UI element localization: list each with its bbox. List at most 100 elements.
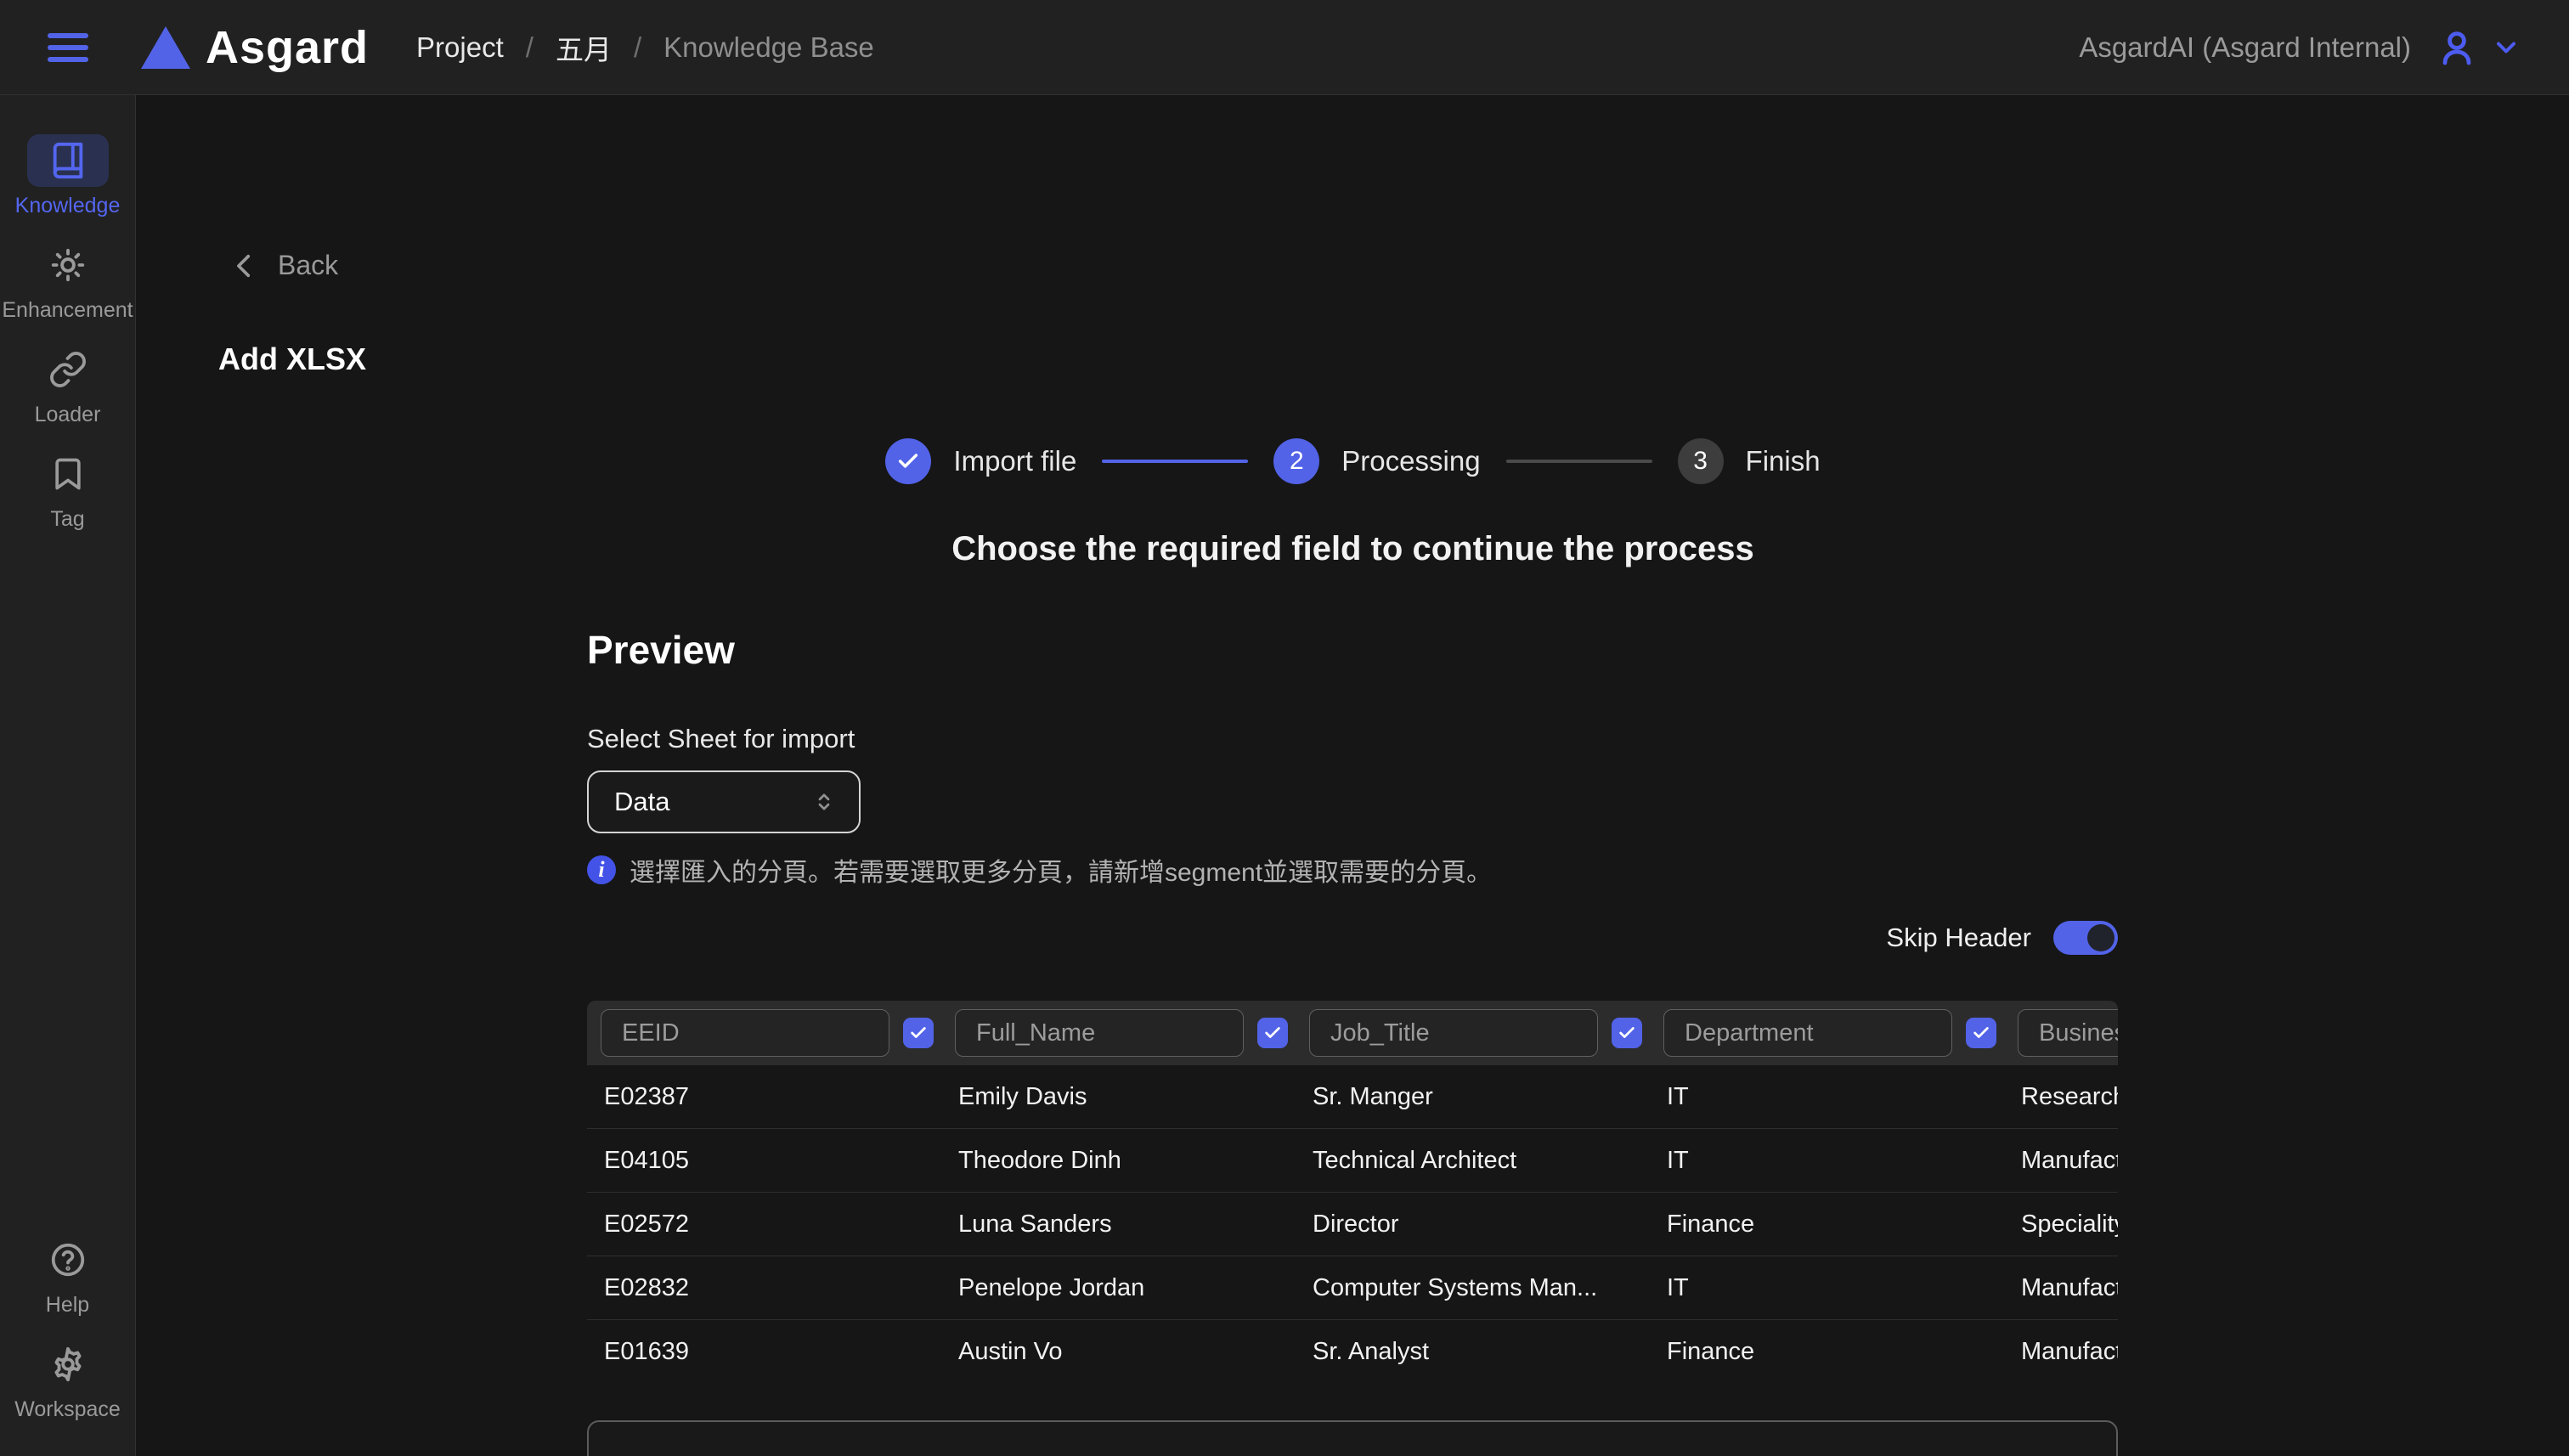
page-title: Add XLSX — [218, 341, 366, 377]
step-processing: 2 Processing — [1273, 438, 1480, 484]
table-row: E02572 Luna Sanders Director Finance Spe… — [587, 1193, 2118, 1256]
sheet-select-label: Select Sheet for import — [587, 724, 855, 754]
table-row: E01639 Austin Vo Sr. Analyst Finance Man… — [587, 1320, 2118, 1384]
sidebar-item-tag[interactable]: Tag — [27, 448, 109, 532]
check-icon — [909, 1024, 928, 1042]
preview-title: Preview — [587, 627, 735, 673]
cell-business: Manufacturing — [2018, 1338, 2118, 1366]
sheet-select-value: Data — [614, 787, 811, 817]
cell-business: Manufacturing — [2018, 1147, 2118, 1175]
cell-eeid: E04105 — [601, 1147, 955, 1175]
sheet-hint: i 選擇匯入的分頁。若需要選取更多分頁，請新增segment並選取需要的分頁。 — [587, 851, 1492, 889]
sheet-select[interactable]: Data — [587, 770, 861, 833]
column-name-field[interactable]: EEID — [601, 1009, 889, 1057]
user-icon[interactable] — [2436, 27, 2477, 68]
sidebar-item-enhancement[interactable]: Enhancement — [2, 239, 133, 323]
column-name-field[interactable]: Business — [2018, 1009, 2118, 1057]
cell-business: Manufacturing — [2018, 1274, 2118, 1302]
brand-name: Asgard — [206, 21, 369, 74]
skip-header-toggle[interactable] — [2053, 921, 2118, 955]
cell-full-name: Austin Vo — [955, 1338, 1309, 1366]
table-row: E04105 Theodore Dinh Technical Architect… — [587, 1129, 2118, 1193]
sidebar: Knowledge Enhancement Loader Tag — [0, 95, 136, 1456]
step-2-circle: 2 — [1273, 438, 1319, 484]
cell-department: IT — [1663, 1147, 2018, 1175]
step-1-circle — [885, 438, 931, 484]
column-checkbox[interactable] — [903, 1018, 934, 1048]
cell-eeid: E02832 — [601, 1274, 955, 1302]
column-eeid: EEID — [601, 1009, 955, 1057]
sidebar-item-help[interactable]: Help — [27, 1233, 109, 1318]
column-department: Department — [1663, 1009, 2018, 1057]
cell-job-title: Computer Systems Man... — [1309, 1274, 1663, 1302]
main-heading: Choose the required field to continue th… — [137, 530, 2569, 568]
breadcrumb-separator: / — [634, 31, 641, 64]
step-3-label: Finish — [1746, 445, 1821, 477]
sidebar-item-label: Loader — [35, 403, 101, 427]
column-job-title: Job_Title — [1309, 1009, 1663, 1057]
link-icon — [48, 350, 88, 389]
breadcrumb-project[interactable]: Project — [416, 31, 504, 64]
skip-header-label: Skip Header — [1886, 923, 2031, 953]
column-checkbox[interactable] — [1612, 1018, 1642, 1048]
identifier-field[interactable] — [587, 1420, 2118, 1456]
table-header-row: EEID Full_Name Job_Title Department Busi… — [587, 1001, 2118, 1065]
cell-department: Finance — [1663, 1338, 2018, 1366]
breadcrumb: Project / 五月 / Knowledge Base — [416, 27, 874, 68]
sidebar-item-label: Tag — [50, 507, 84, 532]
breadcrumb-knowledge-base[interactable]: Knowledge Base — [663, 31, 874, 64]
check-icon — [1263, 1024, 1282, 1042]
stepper: Import file 2 Processing 3 Finish — [137, 438, 2569, 484]
back-button[interactable]: Back — [230, 250, 338, 281]
column-name-field[interactable]: Full_Name — [955, 1009, 1244, 1057]
step-2-label: Processing — [1341, 445, 1480, 477]
gear-icon — [48, 1345, 88, 1384]
cell-full-name: Theodore Dinh — [955, 1147, 1309, 1175]
column-full-name: Full_Name — [955, 1009, 1309, 1057]
table-row: E02387 Emily Davis Sr. Manger IT Researc… — [587, 1065, 2118, 1129]
cell-eeid: E02572 — [601, 1211, 955, 1239]
cell-business: Research — [2018, 1083, 2118, 1111]
cell-full-name: Penelope Jordan — [955, 1274, 1309, 1302]
toggle-knob — [2087, 924, 2114, 951]
chevron-down-icon[interactable] — [2491, 32, 2521, 63]
sidebar-item-workspace[interactable]: Workspace — [14, 1338, 121, 1422]
column-name-field[interactable]: Department — [1663, 1009, 1952, 1057]
brand-logo[interactable]: Asgard — [141, 21, 369, 74]
hamburger-menu-icon[interactable] — [48, 33, 88, 62]
column-checkbox[interactable] — [1966, 1018, 1996, 1048]
column-name-field[interactable]: Job_Title — [1309, 1009, 1598, 1057]
breadcrumb-separator: / — [526, 31, 534, 64]
cell-full-name: Emily Davis — [955, 1083, 1309, 1111]
sidebar-item-label: Workspace — [14, 1397, 121, 1422]
sheet-hint-text: 選擇匯入的分頁。若需要選取更多分頁，請新增segment並選取需要的分頁。 — [630, 851, 1492, 889]
column-business: Business — [2018, 1009, 2118, 1057]
cell-department: IT — [1663, 1274, 2018, 1302]
cell-job-title: Sr. Manger — [1309, 1083, 1663, 1111]
cell-job-title: Director — [1309, 1211, 1663, 1239]
skip-header-row: Skip Header — [587, 921, 2118, 955]
cell-full-name: Luna Sanders — [955, 1211, 1309, 1239]
breadcrumb-month[interactable]: 五月 — [556, 27, 612, 68]
check-icon — [1972, 1024, 1990, 1042]
step-import-file: Import file — [885, 438, 1076, 484]
check-icon — [896, 449, 920, 473]
cell-department: IT — [1663, 1083, 2018, 1111]
triangle-logo-icon — [141, 26, 190, 69]
cell-job-title: Sr. Analyst — [1309, 1338, 1663, 1366]
table-row: E02832 Penelope Jordan Computer Systems … — [587, 1256, 2118, 1320]
cell-department: Finance — [1663, 1211, 2018, 1239]
sun-icon — [48, 245, 88, 285]
step-finish: 3 Finish — [1678, 438, 1821, 484]
chevron-left-icon — [230, 251, 259, 280]
column-checkbox[interactable] — [1257, 1018, 1288, 1048]
step-3-circle: 3 — [1678, 438, 1724, 484]
sidebar-item-knowledge[interactable]: Knowledge — [15, 134, 121, 218]
sidebar-item-loader[interactable]: Loader — [27, 343, 109, 427]
back-label: Back — [278, 250, 338, 281]
info-icon: i — [587, 855, 616, 884]
unfold-chevrons-icon — [811, 789, 837, 815]
step-1-label: Import file — [953, 445, 1076, 477]
cell-business: Speciality — [2018, 1211, 2118, 1239]
step-connector — [1102, 460, 1248, 463]
